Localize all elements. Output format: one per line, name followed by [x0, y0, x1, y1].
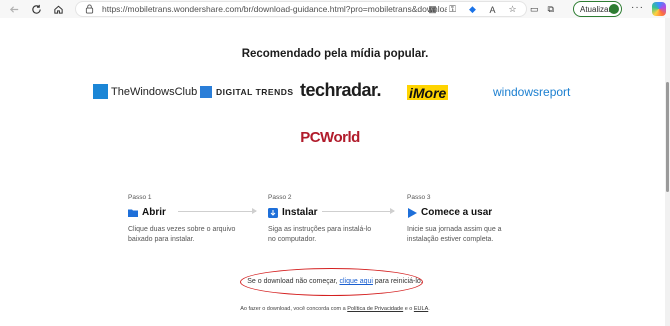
- refresh-icon[interactable]: [28, 1, 44, 17]
- download-icon: [268, 207, 278, 218]
- step-arrow: [178, 208, 257, 214]
- back-icon[interactable]: [6, 1, 22, 17]
- highlight-annotation: [240, 268, 423, 296]
- star-icon[interactable]: ☆: [507, 4, 518, 15]
- logo-pcworld: PCWorld: [300, 129, 360, 146]
- cast-icon[interactable]: ▭: [530, 4, 539, 15]
- step-title: Instalar: [282, 207, 318, 218]
- logo-imore: iMore: [407, 84, 449, 101]
- step-description: Clique duas vezes sobre o arquivo baixad…: [128, 226, 236, 243]
- more-menu-icon[interactable]: ···: [631, 2, 644, 13]
- lock-icon[interactable]: [85, 4, 94, 14]
- step-arrow: [322, 208, 395, 214]
- step-description: Inicie sua jornada assim que a instalaçã…: [407, 226, 502, 243]
- logo-dt-text: DIGITAL TRENDS: [216, 87, 294, 97]
- folder-icon: [128, 208, 138, 218]
- logo-windowsreport: windowsreport: [493, 85, 571, 99]
- step-description: Siga as instruções para instalá-lo no co…: [268, 226, 372, 243]
- digital-trends-icon: [200, 86, 212, 98]
- logo-thewindowsclub: TheWindowsClub: [93, 84, 197, 99]
- update-button[interactable]: Atualizar: [573, 1, 622, 17]
- url-text[interactable]: https://mobiletrans.wondershare.com/br/d…: [102, 4, 447, 14]
- privacy-policy-link[interactable]: Política de Privacidade: [347, 306, 403, 312]
- copilot-icon[interactable]: [652, 2, 666, 16]
- toolbar-actions: ▭ ⧉: [530, 1, 554, 17]
- legal-text-after: .: [428, 306, 430, 312]
- step-number: Passo 3: [407, 194, 431, 201]
- update-label: Atualizar: [580, 4, 612, 14]
- legal-text-before: Ao fazer o download, você concorda com a: [240, 306, 348, 312]
- logo-twc-text: TheWindowsClub: [111, 85, 198, 98]
- logo-digital-trends: DIGITAL TRENDS: [200, 86, 294, 98]
- step-title: Abrir: [142, 207, 166, 218]
- eula-link[interactable]: EULA: [414, 306, 428, 312]
- home-icon[interactable]: [50, 1, 66, 17]
- scrollbar-thumb[interactable]: [666, 82, 669, 192]
- windows-club-icon: [93, 84, 108, 99]
- key-icon[interactable]: ⚿: [447, 4, 458, 15]
- legal-notice: Ao fazer o download, você concorda com a…: [0, 306, 670, 312]
- step-3: Passo 3 Comece a usar Inicie sua jornada…: [407, 194, 517, 245]
- play-icon: [407, 207, 417, 218]
- legal-text-middle: e o: [403, 306, 414, 312]
- tag-icon[interactable]: ◆: [467, 4, 478, 15]
- read-aloud-icon[interactable]: A: [487, 4, 498, 15]
- split-screen-icon[interactable]: ⧉: [548, 4, 554, 15]
- profile-badge-icon: [609, 4, 619, 14]
- step-2: Passo 2 Instalar Siga as instruções para…: [268, 194, 378, 245]
- step-title: Comece a usar: [421, 207, 493, 218]
- step-number: Passo 1: [128, 194, 152, 201]
- step-1: Passo 1 Abrir Clique duas vezes sobre o …: [128, 194, 238, 245]
- address-bar[interactable]: https://mobiletrans.wondershare.com/br/d…: [75, 1, 527, 17]
- step-number: Passo 2: [268, 194, 292, 201]
- logo-techradar: techradar.: [300, 80, 382, 100]
- grid-icon[interactable]: ▦: [427, 4, 438, 15]
- media-heading: Recomendado pela mídia popular.: [241, 48, 429, 60]
